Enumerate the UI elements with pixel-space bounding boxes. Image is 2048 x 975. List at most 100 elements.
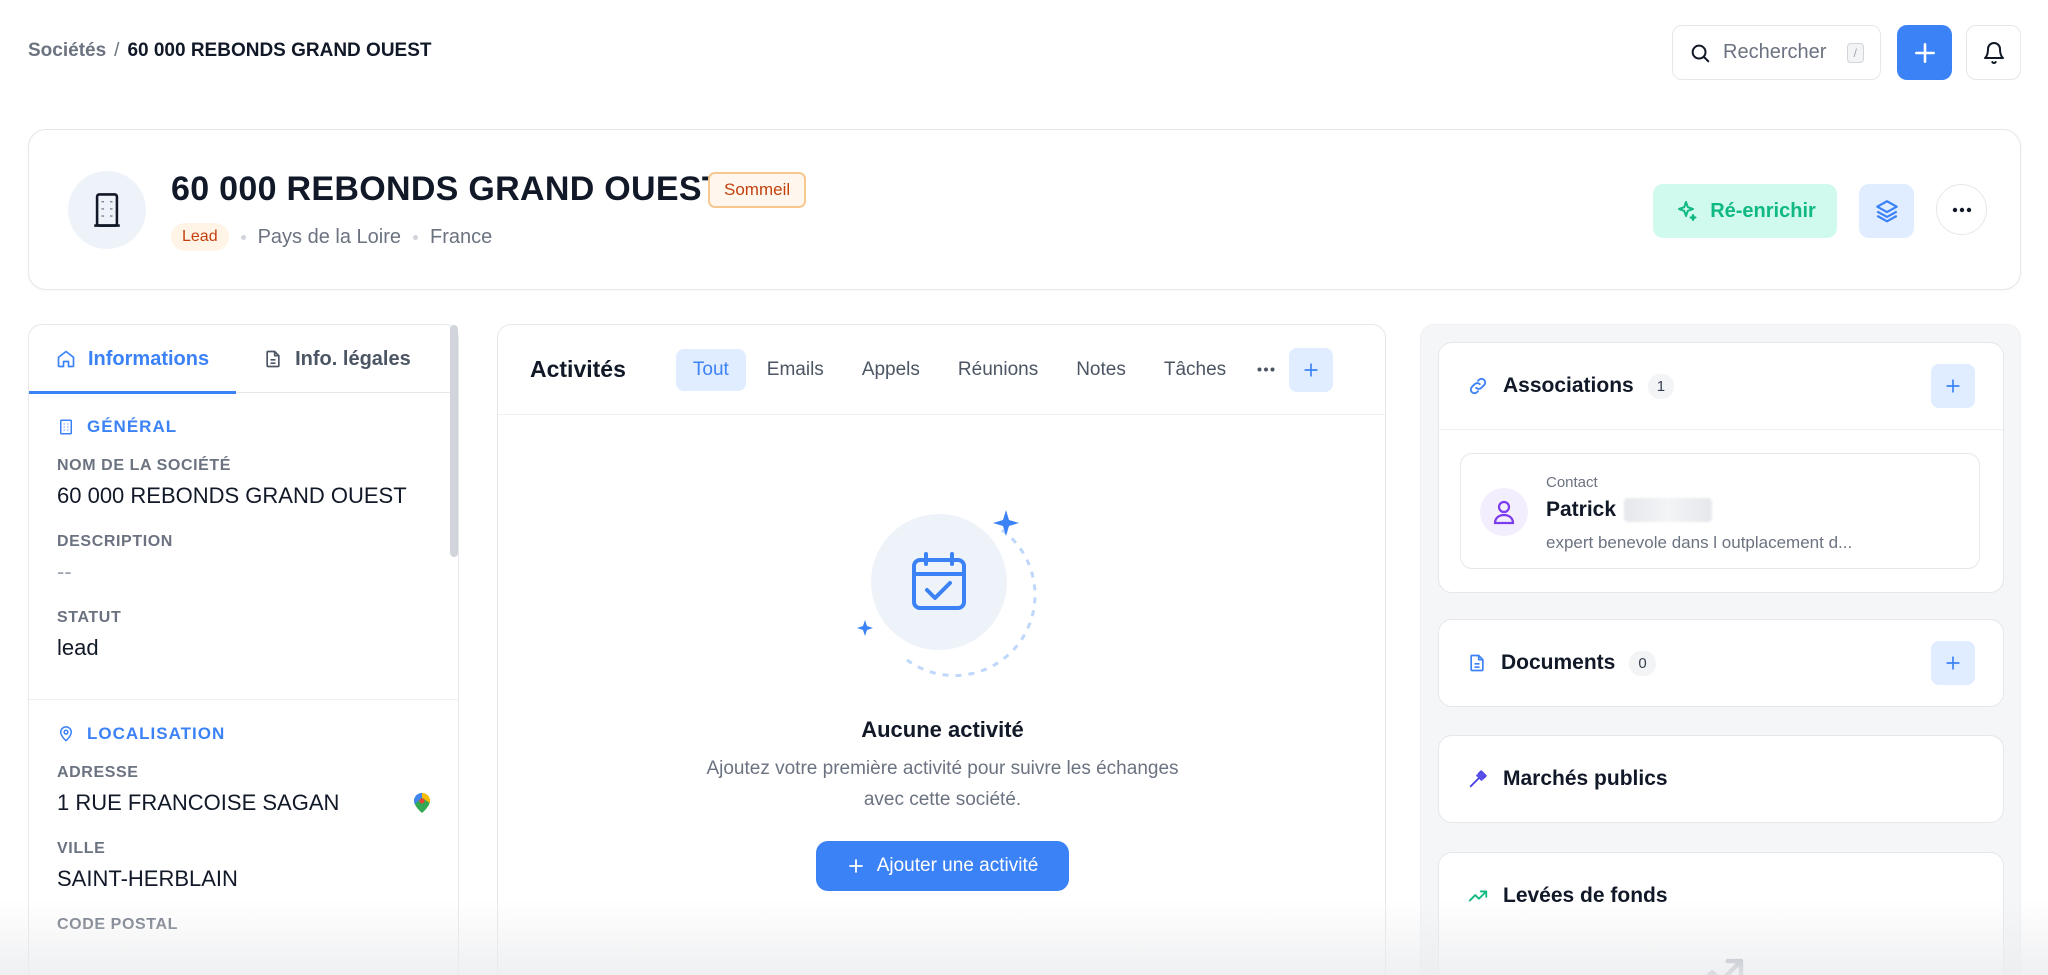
public-markets-card[interactable]: Marchés publics (1438, 735, 2004, 823)
activity-tab-emails[interactable]: Emails (750, 349, 841, 391)
re-enrich-button[interactable]: Ré-enrichir (1653, 184, 1837, 238)
company-avatar (68, 171, 146, 249)
activity-tab-tasks[interactable]: Tâches (1147, 349, 1243, 391)
re-enrich-label: Ré-enrichir (1710, 199, 1816, 222)
empty-state-description: Ajoutez votre première activité pour sui… (706, 758, 1179, 810)
documents-title: Documents (1501, 651, 1616, 674)
tab-informations[interactable]: Informations (29, 325, 237, 394)
tab-label: Info. légales (295, 347, 411, 370)
link-icon (1467, 375, 1489, 397)
address-value: 1 RUE FRANCOISE SAGAN (57, 790, 340, 815)
separator-dot (240, 234, 246, 240)
fundraising-header: Levées de fonds (1439, 853, 2003, 939)
company-info-panel: Informations Info. légales GÉNÉRAL NOM D… (28, 324, 459, 975)
divider (1439, 429, 2003, 430)
search-shortcut-key: / (1846, 42, 1864, 63)
add-activity-button[interactable]: Ajouter une activité (816, 841, 1069, 891)
redacted-surname (1624, 498, 1713, 522)
status-value: lead (57, 635, 99, 660)
trending-up-icon (1694, 950, 1748, 975)
activities-title: Activités (530, 356, 626, 382)
separator-dot (413, 234, 419, 240)
related-panel: Associations 1 Contact Patrick expert be… (1420, 324, 2021, 975)
company-name: 60 000 REBONDS GRAND OUEST (171, 170, 723, 208)
gavel-icon (1467, 768, 1489, 790)
associations-title: Associations (1503, 374, 1634, 397)
contact-description: expert benevole dans l outplacement d... (1546, 533, 1853, 552)
activity-tab-meetings[interactable]: Réunions (941, 349, 1055, 391)
fundraising-title: Levées de fonds (1503, 884, 1668, 907)
general-section-title: GÉNÉRAL (57, 417, 430, 437)
company-name-label: NOM DE LA SOCIÉTÉ (57, 457, 232, 474)
map-pin-icon (57, 725, 75, 743)
breadcrumb-link-societes[interactable]: Sociétés (28, 40, 106, 62)
status-label: STATUT (57, 609, 122, 626)
user-icon (1492, 499, 1516, 525)
breadcrumb-separator: / (114, 40, 120, 61)
activity-tab-all[interactable]: Tout (675, 348, 746, 391)
info-tabs: Informations Info. légales (29, 325, 458, 394)
add-activity-tab-button[interactable] (1289, 347, 1334, 392)
empty-state-illustration (847, 500, 1037, 680)
plus-icon (1301, 360, 1321, 380)
layers-icon (1874, 198, 1900, 224)
document-icon (1467, 652, 1487, 674)
contact-type-label: Contact (1546, 474, 1598, 491)
documents-card: Documents 0 (1438, 619, 2004, 707)
plus-icon (1943, 653, 1963, 673)
activity-tab-calls[interactable]: Appels (845, 349, 937, 391)
description-label: DESCRIPTION (57, 533, 173, 550)
search-placeholder: Rechercher (1723, 41, 1827, 63)
activity-tab-notes[interactable]: Notes (1059, 349, 1143, 391)
activities-panel: Activités Tout Emails Appels Réunions No… (497, 324, 1386, 975)
general-section: GÉNÉRAL NOM DE LA SOCIÉTÉ 60 000 REBONDS… (29, 393, 458, 700)
add-activity-label: Ajouter une activité (876, 855, 1039, 876)
building-icon (90, 191, 124, 229)
notifications-button[interactable] (1966, 25, 2021, 80)
global-add-button[interactable] (1897, 25, 1952, 80)
more-horizontal-icon (1257, 367, 1275, 372)
location-section-title: LOCALISATION (57, 724, 430, 744)
contact-avatar (1480, 488, 1528, 536)
tab-info-legales[interactable]: Info. légales (236, 325, 438, 393)
add-document-button[interactable] (1931, 641, 1975, 685)
documents-count: 0 (1629, 650, 1656, 676)
fundraising-card[interactable]: Levées de fonds (1438, 852, 2004, 975)
contact-association-item[interactable]: Contact Patrick expert benevole dans l o… (1460, 453, 1980, 569)
google-maps-icon[interactable] (414, 793, 430, 813)
add-association-button[interactable] (1931, 364, 1975, 408)
tab-label: Informations (88, 347, 210, 370)
associations-header: Associations 1 (1439, 343, 2003, 429)
sparkle-icon (1674, 199, 1698, 223)
top-bar: Sociétés / 60 000 REBONDS GRAND OUEST Re… (0, 0, 2048, 105)
lead-badge: Lead (171, 223, 229, 251)
search-button[interactable]: Rechercher / (1672, 25, 1881, 80)
contact-name: Patrick (1546, 498, 1617, 521)
search-icon (1689, 42, 1711, 64)
more-tabs-button[interactable] (1257, 367, 1275, 372)
contact-name-row: Patrick (1546, 498, 1713, 522)
company-header-card: 60 000 REBONDS GRAND OUEST Sommeil Lead … (28, 129, 2021, 290)
public-markets-title: Marchés publics (1503, 767, 1668, 790)
plus-icon (847, 857, 865, 875)
plus-icon (1912, 40, 1938, 66)
breadcrumb: Sociétés / 60 000 REBONDS GRAND OUEST (28, 40, 432, 62)
description-value: -- (57, 559, 72, 584)
left-panel-scrollbar[interactable] (450, 325, 458, 557)
associations-count: 1 (1647, 373, 1675, 399)
general-title-text: GÉNÉRAL (87, 417, 178, 436)
documents-header: Documents 0 (1439, 620, 2003, 706)
trending-up-icon (1467, 885, 1489, 907)
status-badge: Sommeil (708, 172, 807, 208)
plus-icon (1943, 376, 1963, 396)
building-icon (57, 418, 75, 436)
address-row: 1 RUE FRANCOISE SAGAN (57, 790, 430, 816)
bell-icon (1982, 41, 2006, 65)
location-title-text: LOCALISATION (87, 724, 226, 743)
layers-button[interactable] (1859, 184, 1914, 238)
home-icon (56, 349, 76, 369)
company-name-value: 60 000 REBONDS GRAND OUEST (57, 483, 407, 508)
postal-code-label: CODE POSTAL (57, 916, 178, 933)
address-label: ADRESSE (57, 764, 139, 781)
more-actions-button[interactable] (1936, 184, 1987, 235)
